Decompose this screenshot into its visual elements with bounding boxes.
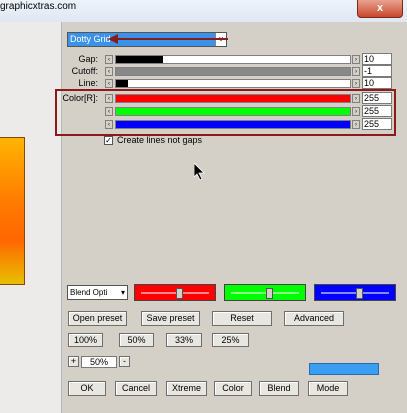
action-mode-button[interactable]: Mode [308, 381, 348, 396]
create-lines-checkbox[interactable]: ✓ [104, 136, 113, 145]
slider-track[interactable] [115, 55, 351, 64]
zoom-50-button[interactable]: 50% [119, 333, 154, 347]
slider-track[interactable] [115, 67, 351, 76]
slider-track[interactable] [115, 120, 351, 129]
action-cancel-button[interactable]: Cancel [115, 381, 157, 396]
close-button[interactable]: x [357, 0, 403, 18]
chevron-down-icon: ▾ [120, 288, 125, 297]
slider-value-field[interactable]: 255 [362, 118, 392, 130]
slider-label: Gap: [78, 54, 98, 64]
preset-advanced-button[interactable]: Advanced [284, 311, 344, 326]
slider-label: Color[R]: [62, 93, 98, 103]
zoom-25-button[interactable]: 25% [212, 333, 249, 347]
slider-decrement-button[interactable]: ‹ [105, 94, 113, 103]
slider-value-field[interactable]: 10 [362, 77, 392, 89]
preview-image [0, 137, 25, 285]
color-slider-thumb[interactable] [356, 288, 364, 299]
slider-label: Line: [78, 78, 98, 88]
slider-fill [116, 68, 350, 75]
color-swatch[interactable] [309, 363, 379, 375]
slider-increment-button[interactable]: › [352, 94, 360, 103]
slider-track[interactable] [115, 94, 351, 103]
slider-value-field[interactable]: 255 [362, 92, 392, 104]
slider-fill [116, 108, 350, 115]
slider-decrement-button[interactable]: ‹ [105, 107, 113, 116]
mouse-cursor-icon [194, 163, 205, 181]
slider-increment-button[interactable]: › [352, 107, 360, 116]
preset-reset-button[interactable]: Reset [212, 311, 272, 326]
action-blend-button[interactable]: Blend [259, 381, 299, 396]
zoom-33-button[interactable]: 33% [166, 333, 202, 347]
slider-increment-button[interactable]: › [352, 67, 360, 76]
slider-value-field[interactable]: 255 [362, 105, 392, 117]
color-slider-thumb[interactable] [176, 288, 184, 299]
arrow-annotation-icon [108, 34, 228, 44]
action-xtreme-button[interactable]: Xtreme [166, 381, 207, 396]
slider-decrement-button[interactable]: ‹ [105, 67, 113, 76]
action-color-button[interactable]: Color [214, 381, 252, 396]
slider-fill [116, 56, 163, 63]
checkbox-label: Create lines not gaps [117, 135, 203, 145]
action-ok-button[interactable]: OK [68, 381, 106, 396]
color-slider-track [141, 292, 209, 294]
slider-decrement-button[interactable]: ‹ [105, 55, 113, 64]
zoom-value[interactable]: 50% [81, 356, 117, 368]
preset-save-preset-button[interactable]: Save preset [141, 311, 200, 326]
slider-label: Cutoff: [71, 66, 98, 76]
slider-fill [116, 121, 350, 128]
zoom-100-button[interactable]: 100% [68, 333, 103, 347]
slider-fill [116, 80, 128, 87]
zoom-plus-button[interactable]: + [68, 356, 79, 367]
window-title: graphicxtras.com [0, 1, 77, 12]
preset-open-preset-button[interactable]: Open preset [68, 311, 127, 326]
color-slider-track [321, 292, 389, 294]
zoom-minus-button[interactable]: - [119, 356, 130, 367]
slider-decrement-button[interactable]: ‹ [105, 79, 113, 88]
slider-decrement-button[interactable]: ‹ [105, 120, 113, 129]
slider-track[interactable] [115, 107, 351, 116]
slider-fill [116, 95, 350, 102]
color-slider-track [231, 292, 299, 294]
color-slider-thumb[interactable] [266, 288, 274, 299]
slider-increment-button[interactable]: › [352, 55, 360, 64]
slider-value-field[interactable]: 10 [362, 53, 392, 65]
blend-options-select[interactable]: Blend Opti ▾ [67, 285, 128, 300]
color-channel-slider[interactable] [314, 284, 396, 301]
slider-track[interactable] [115, 79, 351, 88]
blend-options-label: Blend Opti [70, 288, 108, 297]
slider-value-field[interactable]: -1 [362, 65, 392, 77]
slider-increment-button[interactable]: › [352, 79, 360, 88]
color-channel-slider[interactable] [224, 284, 306, 301]
slider-increment-button[interactable]: › [352, 120, 360, 129]
color-channel-slider[interactable] [134, 284, 216, 301]
